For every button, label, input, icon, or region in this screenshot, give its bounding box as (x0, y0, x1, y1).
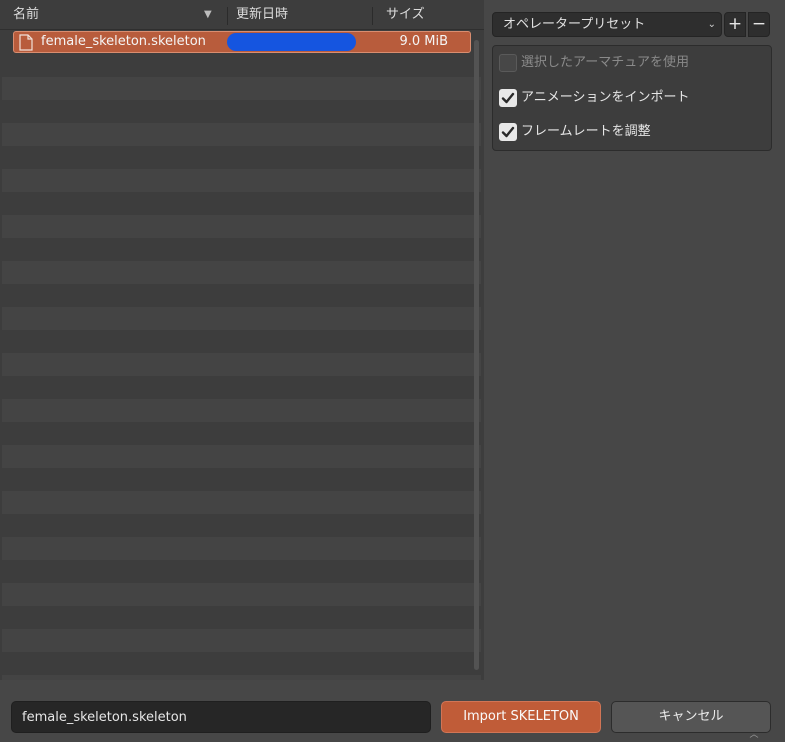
column-header: 名前 ▼ 更新日時 サイズ (0, 0, 484, 30)
file-name: female_skeleton.skeleton (41, 34, 206, 49)
file-icon (18, 34, 34, 51)
file-size: 9.0 MiB (399, 34, 448, 49)
column-divider[interactable] (372, 7, 373, 25)
sort-descending-icon[interactable]: ▼ (204, 0, 212, 30)
option-label: アニメーションをインポート (521, 90, 690, 105)
operator-preset-dropdown[interactable]: オペレータープリセット ⌄ (492, 12, 722, 37)
chevron-up-icon[interactable]: ︿ (747, 729, 761, 742)
checkbox-checked[interactable] (499, 89, 517, 107)
file-list-rows (2, 54, 481, 680)
filename-input[interactable] (11, 701, 431, 733)
column-date-header[interactable]: 更新日時 (236, 0, 288, 30)
import-skeleton-button[interactable]: Import SKELETON (441, 701, 601, 733)
chevron-down-icon: ⌄ (707, 19, 716, 30)
import-options-panel: 選択したアーマチュアを使用 アニメーションをインポート フレームレートを調整 (492, 45, 772, 151)
checkmark-icon (501, 92, 515, 104)
column-name-header[interactable]: 名前 (13, 0, 39, 30)
option-label: フレームレートを調整 (521, 124, 651, 139)
file-row-selected[interactable]: female_skeleton.skeleton 9.0 MiB (13, 31, 471, 53)
checkmark-icon (501, 126, 515, 138)
option-label: 選択したアーマチュアを使用 (521, 55, 689, 70)
add-preset-button[interactable]: + (724, 12, 746, 37)
column-divider[interactable] (227, 7, 228, 25)
checkbox-unchecked[interactable] (499, 54, 517, 72)
remove-preset-button[interactable]: − (748, 12, 770, 37)
checkbox-checked[interactable] (499, 123, 517, 141)
file-list-panel: 名前 ▼ 更新日時 サイズ female_skeleton.skeleton 9… (0, 0, 484, 680)
file-list-scrollbar[interactable] (474, 40, 479, 670)
operator-preset-label: オペレータープリセット (503, 17, 646, 32)
redacted-date (227, 33, 356, 51)
column-size-header[interactable]: サイズ (386, 0, 425, 30)
